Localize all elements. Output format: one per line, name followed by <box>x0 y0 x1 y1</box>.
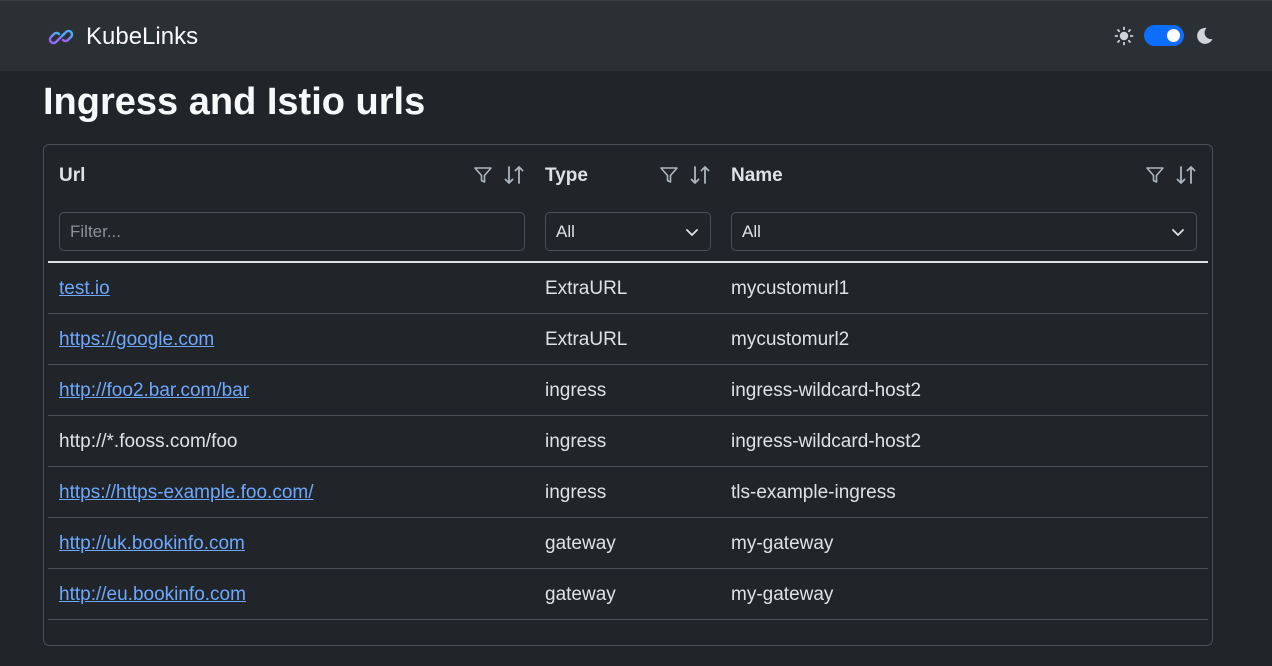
name-cell: my-gateway <box>731 533 834 554</box>
urls-table-card: Url Type Name Filter... All All test.io … <box>43 144 1213 646</box>
url-link[interactable]: test.io <box>59 278 110 300</box>
table-header: Url Type Name <box>44 145 1212 205</box>
theme-switch <box>1114 25 1214 46</box>
url-link[interactable]: https://https-example.foo.com/ <box>59 482 314 504</box>
url-link[interactable]: http://foo2.bar.com/bar <box>59 380 249 402</box>
brand-title: KubeLinks <box>86 23 199 50</box>
filter-row: All All <box>44 212 1212 252</box>
funnel-icon[interactable] <box>659 165 679 185</box>
moon-icon <box>1194 26 1214 46</box>
table-body: test.io ExtraURL mycustomurl1 https://go… <box>48 263 1208 620</box>
table-row: http://eu.bookinfo.com gateway my-gatewa… <box>48 569 1208 620</box>
type-cell: gateway <box>545 533 616 554</box>
toggle-knob <box>1167 29 1180 42</box>
name-filter-select[interactable]: All <box>731 212 1197 251</box>
url-text: http://*.fooss.com/foo <box>59 431 238 452</box>
table-row: http://uk.bookinfo.com gateway my-gatewa… <box>48 518 1208 569</box>
type-filter-cell: All <box>545 212 711 251</box>
funnel-icon[interactable] <box>473 165 493 185</box>
url-filter-input[interactable] <box>59 212 525 251</box>
sun-icon <box>1114 26 1134 46</box>
page-title: Ingress and Istio urls <box>43 81 426 123</box>
sort-arrows-icon[interactable] <box>1175 164 1197 186</box>
column-header-name: Name <box>731 145 1197 205</box>
name-cell: tls-example-ingress <box>731 482 896 503</box>
type-cell: ingress <box>545 431 607 452</box>
sort-arrows-icon[interactable] <box>689 164 711 186</box>
link-icon <box>48 24 74 50</box>
column-header-type: Type <box>545 145 711 205</box>
type-filter-value: All <box>556 221 575 241</box>
name-filter-value: All <box>742 221 761 241</box>
column-label-name: Name <box>731 165 783 186</box>
table-row: http://foo2.bar.com/bar ingress ingress-… <box>48 365 1208 416</box>
chevron-down-icon <box>684 224 700 240</box>
type-cell: ExtraURL <box>545 329 628 350</box>
funnel-icon[interactable] <box>1145 165 1165 185</box>
type-cell: ingress <box>545 482 607 503</box>
url-link[interactable]: http://uk.bookinfo.com <box>59 533 245 555</box>
type-filter-select[interactable]: All <box>545 212 711 251</box>
url-link[interactable]: https://google.com <box>59 329 214 351</box>
table-row: test.io ExtraURL mycustomurl1 <box>48 263 1208 314</box>
type-cell: gateway <box>545 584 616 605</box>
type-cell: ExtraURL <box>545 278 628 299</box>
name-filter-cell: All <box>731 212 1197 251</box>
name-cell: ingress-wildcard-host2 <box>731 380 922 401</box>
table-row: https://https-example.foo.com/ ingress t… <box>48 467 1208 518</box>
sort-arrows-icon[interactable] <box>503 164 525 186</box>
chevron-down-icon <box>1170 224 1186 240</box>
type-cell: ingress <box>545 380 607 401</box>
url-filter-cell <box>59 212 525 251</box>
name-cell: mycustomurl1 <box>731 278 850 299</box>
name-cell: mycustomurl2 <box>731 329 850 350</box>
column-header-url: Url <box>59 145 525 205</box>
table-row: https://google.com ExtraURL mycustomurl2 <box>48 314 1208 365</box>
table-row: http://*.fooss.com/foo ingress ingress-w… <box>48 416 1208 467</box>
theme-toggle[interactable] <box>1144 25 1184 46</box>
url-link[interactable]: http://eu.bookinfo.com <box>59 584 246 606</box>
name-cell: my-gateway <box>731 584 834 605</box>
navbar: KubeLinks <box>0 0 1272 71</box>
brand[interactable]: KubeLinks <box>48 23 198 51</box>
column-label-type: Type <box>545 165 588 186</box>
name-cell: ingress-wildcard-host2 <box>731 431 922 452</box>
column-label-url: Url <box>59 165 86 186</box>
